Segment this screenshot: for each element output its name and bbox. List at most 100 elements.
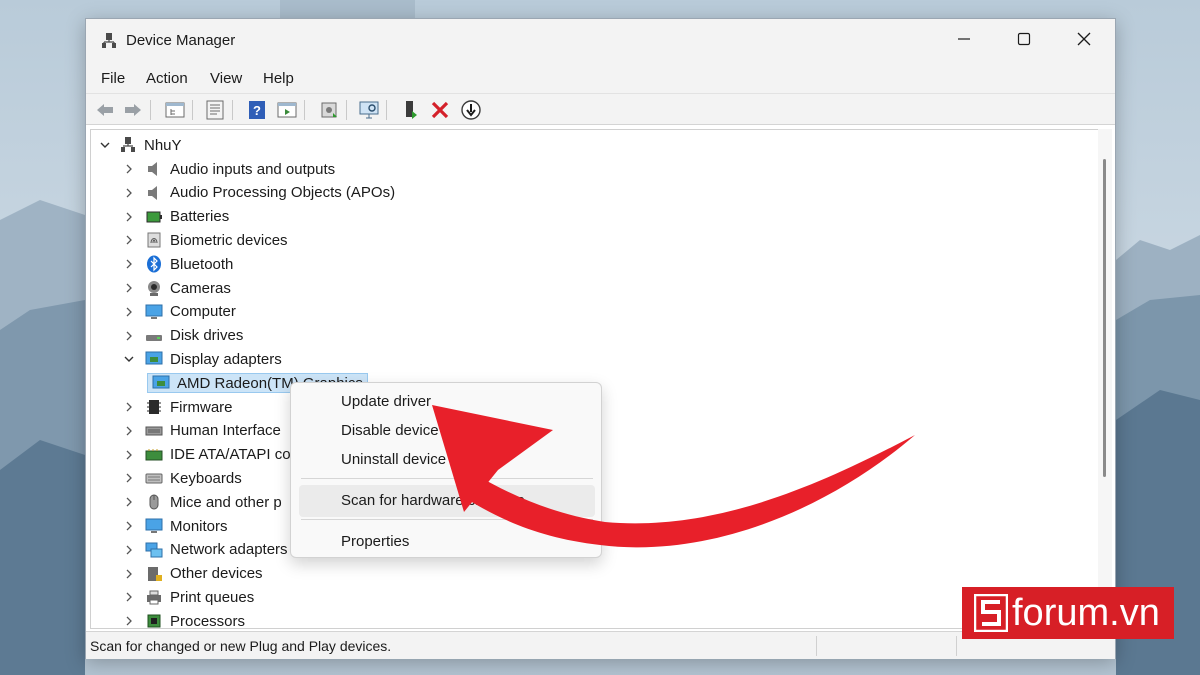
back-icon[interactable] — [94, 99, 116, 121]
chevron-right-icon[interactable] — [121, 589, 137, 605]
keyboard-icon — [145, 473, 163, 484]
status-divider — [956, 636, 957, 656]
chevron-right-icon[interactable] — [121, 423, 137, 439]
chevron-right-icon[interactable] — [121, 518, 137, 534]
tree-item-label: Monitors — [170, 517, 228, 535]
menu-action[interactable]: Action — [146, 70, 188, 87]
forward-icon[interactable] — [122, 99, 144, 121]
device-entry[interactable]: Print queues — [137, 588, 254, 606]
device-entry[interactable]: Display adapters — [137, 350, 282, 368]
chevron-right-icon[interactable] — [121, 232, 137, 248]
menu-update-driver[interactable]: Update driver — [341, 393, 431, 410]
chevron-right-icon[interactable] — [121, 399, 137, 415]
help-icon[interactable]: ? — [246, 99, 268, 121]
tree-root[interactable]: NhuY — [97, 134, 182, 156]
tree-category-item[interactable]: Other devices — [121, 563, 263, 585]
tree-category-item[interactable]: Audio Processing Objects (APOs) — [121, 182, 395, 204]
show-hide-tree-icon[interactable] — [164, 99, 186, 121]
properties-icon[interactable] — [204, 99, 226, 121]
device-entry[interactable]: IDE ATA/ATAPI con — [137, 446, 299, 464]
chevron-right-icon[interactable] — [121, 542, 137, 558]
chevron-down-icon[interactable] — [121, 351, 137, 367]
tree-category-item[interactable]: Mice and other p — [121, 491, 282, 513]
menu-help[interactable]: Help — [263, 70, 294, 87]
tree-item-label: Cameras — [170, 279, 231, 297]
tree-category-item[interactable]: IDE ATA/ATAPI con — [121, 444, 299, 466]
device-entry[interactable]: Other devices — [137, 565, 263, 583]
device-entry[interactable]: Disk drives — [137, 327, 243, 345]
tree-item-label: Audio Processing Objects (APOs) — [170, 184, 396, 202]
speaker-icon — [148, 162, 157, 176]
chevron-right-icon[interactable] — [121, 304, 137, 320]
tree-category-item[interactable]: Human Interface — [121, 420, 281, 442]
chevron-right-icon[interactable] — [121, 494, 137, 510]
tree-category-item[interactable]: Disk drives — [121, 325, 243, 347]
context-menu: Update driver Disable device Uninstall d… — [290, 382, 602, 558]
chevron-right-icon[interactable] — [121, 613, 137, 628]
tree-category-item[interactable]: Network adapters — [121, 539, 288, 561]
device-entry[interactable]: Batteries — [137, 208, 229, 226]
tree-item-label: Display adapters — [170, 350, 282, 368]
tree-category-item[interactable]: Firmware — [121, 396, 233, 418]
tree-category-item[interactable]: Display adapters — [121, 348, 282, 370]
close-button[interactable] — [1054, 19, 1114, 59]
device-entry[interactable]: Biometric devices — [137, 231, 288, 249]
tree-category-item[interactable]: Print queues — [121, 586, 254, 608]
device-entry[interactable]: Audio inputs and outputs — [137, 160, 335, 178]
chevron-right-icon[interactable] — [121, 447, 137, 463]
chevron-right-icon[interactable] — [121, 566, 137, 582]
device-entry[interactable]: Firmware — [137, 398, 233, 416]
close-icon — [1077, 32, 1091, 46]
tree-category-item[interactable]: Cameras — [121, 277, 231, 299]
tree-category-item[interactable]: Batteries — [121, 206, 229, 228]
add-legacy-icon[interactable] — [400, 99, 422, 121]
chevron-right-icon[interactable] — [121, 209, 137, 225]
chevron-right-icon[interactable] — [121, 280, 137, 296]
tree-category-item[interactable]: Audio inputs and outputs — [121, 158, 335, 180]
minimize-button[interactable] — [934, 19, 994, 59]
tree-item-label: Human Interface — [170, 422, 281, 440]
device-entry[interactable]: Keyboards — [137, 469, 242, 487]
menu-properties[interactable]: Properties — [341, 533, 409, 550]
tree-category-item[interactable]: Computer — [121, 301, 236, 323]
tree-category-item[interactable]: Biometric devices — [121, 229, 288, 251]
disable-icon[interactable] — [460, 99, 482, 121]
scrollbar-thumb[interactable] — [1103, 159, 1106, 477]
device-entry[interactable]: Audio Processing Objects (APOs) — [137, 184, 395, 202]
device-entry[interactable]: Mice and other p — [137, 493, 282, 511]
device-entry[interactable]: Computer — [137, 303, 236, 321]
toolbar: ? — [86, 93, 1115, 125]
device-entry[interactable]: Monitors — [137, 517, 228, 535]
device-entry[interactable]: Cameras — [137, 279, 231, 297]
chevron-right-icon[interactable] — [121, 161, 137, 177]
chevron-down-icon[interactable] — [97, 137, 113, 153]
action-pane-icon[interactable] — [276, 99, 298, 121]
tree-category-item[interactable]: Processors — [121, 610, 245, 628]
tree-category-item[interactable]: Bluetooth — [121, 253, 233, 275]
menu-uninstall-device[interactable]: Uninstall device — [341, 451, 446, 468]
tree-category-item[interactable]: Keyboards — [121, 467, 242, 489]
tree-item-label: Audio inputs and outputs — [170, 160, 336, 178]
device-entry[interactable]: Bluetooth — [137, 255, 233, 273]
unknown-device-icon — [148, 566, 162, 581]
chevron-right-icon[interactable] — [121, 328, 137, 344]
menu-disable-device[interactable]: Disable device — [341, 422, 439, 439]
uninstall-icon[interactable] — [429, 99, 451, 121]
chevron-right-icon[interactable] — [121, 470, 137, 486]
menu-file[interactable]: File — [101, 70, 125, 87]
device-entry[interactable]: Processors — [137, 612, 245, 628]
maximize-button[interactable] — [994, 19, 1054, 59]
menu-scan-hardware[interactable]: Scan for hardware changes — [341, 492, 524, 509]
chevron-right-icon[interactable] — [121, 256, 137, 272]
device-entry[interactable]: Human Interface — [137, 422, 281, 440]
chevron-right-icon[interactable] — [121, 185, 137, 201]
device-entry[interactable]: Network adapters — [137, 541, 288, 559]
tree-category-item[interactable]: Monitors — [121, 515, 228, 537]
scan-hardware-icon[interactable] — [358, 99, 380, 121]
title-bar[interactable]: Device Manager — [86, 19, 1115, 65]
vertical-scrollbar[interactable] — [1098, 129, 1112, 629]
sforum-logo: forum.vn — [962, 587, 1174, 639]
menu-view[interactable]: View — [210, 70, 242, 87]
update-driver-icon[interactable] — [318, 99, 340, 121]
ide-icon — [145, 448, 163, 461]
